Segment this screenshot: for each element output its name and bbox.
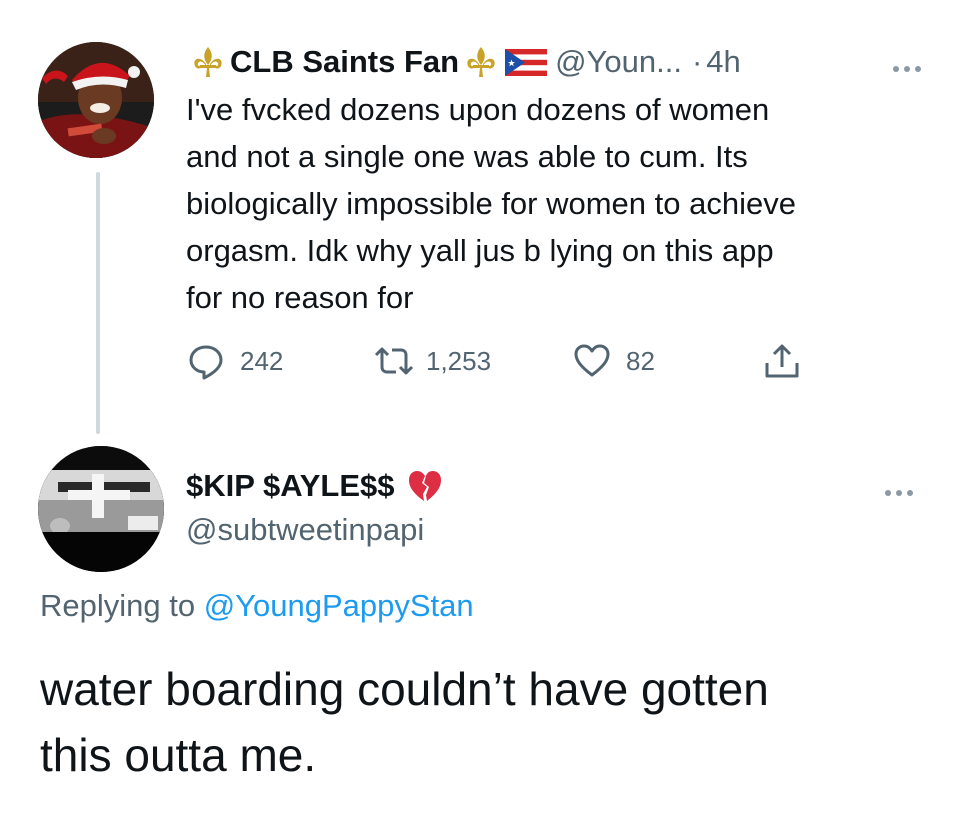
tweet-time[interactable]: 4h bbox=[706, 44, 740, 80]
tweet-text-line: and not a single one was able to cum. It… bbox=[186, 139, 748, 174]
share-action[interactable] bbox=[762, 338, 802, 384]
tweet-handle[interactable]: @Youn... bbox=[555, 44, 682, 80]
tweet-header: CLB Saints Fan @Youn... · 4h bbox=[186, 40, 741, 84]
share-icon bbox=[762, 341, 802, 381]
display-name[interactable]: CLB Saints Fan bbox=[230, 44, 459, 80]
reply-text-line: water boarding couldn’t have gotten bbox=[40, 663, 769, 715]
tweet-text-line: orgasm. Idk why yall jus b lying on this… bbox=[186, 233, 774, 268]
fleur-de-lis-icon bbox=[191, 45, 225, 79]
reply-count: 242 bbox=[240, 345, 284, 376]
tweet-text: I've fvcked dozens upon dozens of women … bbox=[186, 86, 936, 321]
retweet-icon bbox=[372, 341, 414, 381]
like-count: 82 bbox=[626, 345, 655, 376]
replying-to: Replying to @YoungPappyStan bbox=[40, 588, 474, 624]
reply-text-line: this outta me. bbox=[40, 729, 317, 781]
separator-dot: · bbox=[691, 44, 703, 79]
thread-line bbox=[96, 172, 100, 434]
reply-avatar[interactable] bbox=[38, 446, 164, 572]
reply-display-name[interactable]: $KIP $AYLE$$ bbox=[186, 468, 395, 504]
heart-icon bbox=[572, 341, 612, 381]
retweet-action[interactable]: 1,253 bbox=[372, 338, 491, 384]
replying-prefix: Replying to bbox=[40, 588, 204, 623]
puerto-rico-flag-icon bbox=[505, 48, 548, 76]
reply-handle[interactable]: @subtweetinpapi bbox=[186, 512, 424, 548]
replying-to-link[interactable]: @YoungPappyStan bbox=[204, 588, 474, 623]
avatar[interactable] bbox=[38, 42, 154, 158]
retweet-count: 1,253 bbox=[426, 345, 492, 376]
reply-name-row: $KIP $AYLE$$ bbox=[186, 464, 443, 508]
tweet-text-line: for no reason for bbox=[186, 280, 414, 315]
avatar-photo bbox=[38, 446, 164, 572]
reply-action[interactable]: 242 bbox=[186, 338, 283, 384]
tweet-text-line: I've fvcked dozens upon dozens of women bbox=[186, 92, 770, 127]
more-options-icon[interactable] bbox=[892, 60, 922, 72]
reply-more-options-icon[interactable] bbox=[884, 484, 914, 496]
fleur-de-lis-icon bbox=[464, 45, 498, 79]
reply-text: water boarding couldn’t have gotten this… bbox=[40, 656, 769, 788]
avatar-photo bbox=[38, 42, 154, 158]
reply-icon bbox=[186, 341, 226, 381]
like-action[interactable]: 82 bbox=[572, 338, 655, 384]
tweet-text-line: biologically impossible for women to ach… bbox=[186, 186, 796, 221]
broken-heart-icon bbox=[407, 468, 443, 504]
